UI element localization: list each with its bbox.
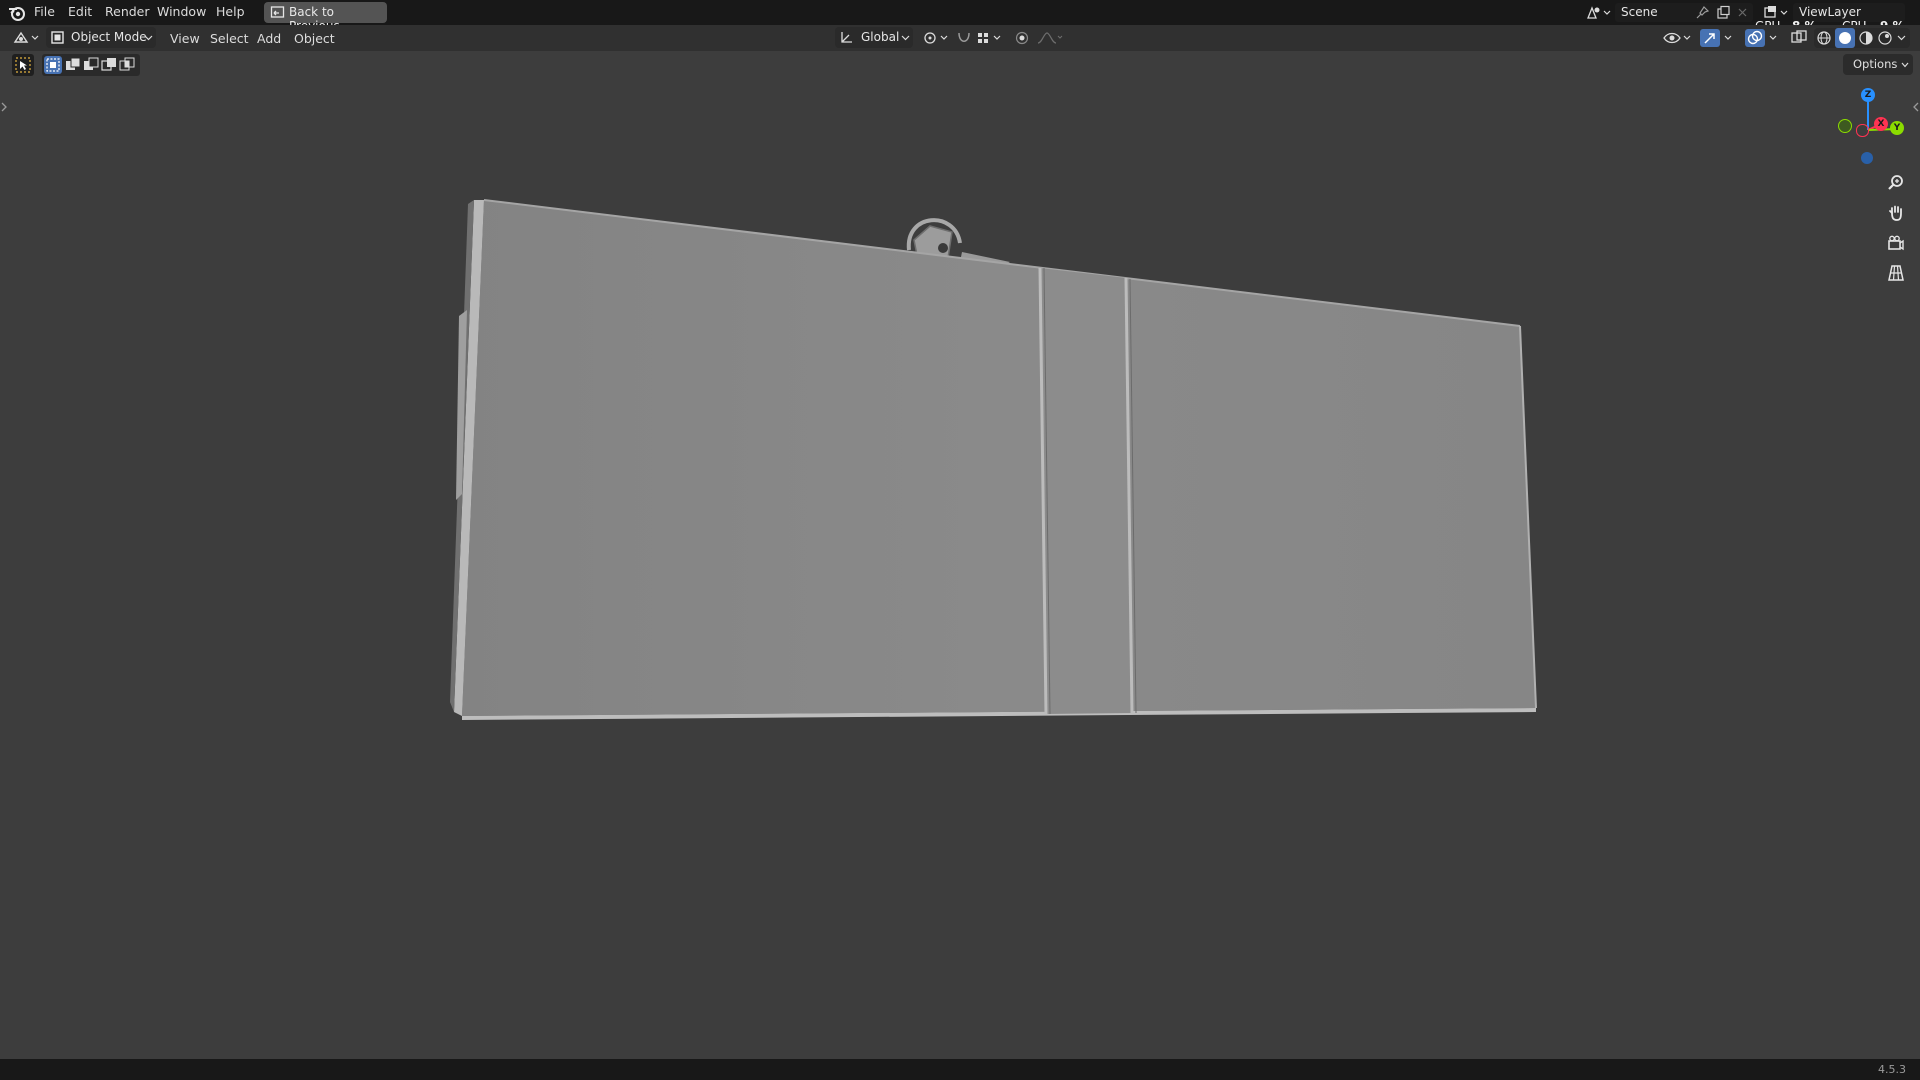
scene-name: Scene [1621, 5, 1658, 19]
object-mode-dropdown[interactable]: Object Mode [46, 27, 156, 48]
viewlayer-name: ViewLayer [1799, 5, 1861, 19]
grid-icon [1888, 265, 1904, 281]
chevron-down-icon [1901, 62, 1909, 68]
gizmo-icon[interactable] [1700, 29, 1736, 47]
projection-toggle-button[interactable] [1882, 259, 1910, 287]
scene-field[interactable]: Scene [1615, 3, 1753, 22]
editor-type-icon[interactable] [11, 29, 41, 47]
chevron-down-icon[interactable] [1897, 35, 1906, 41]
gizmo-x-axis[interactable]: X [1874, 117, 1888, 131]
overlay-icon[interactable] [1745, 29, 1781, 47]
scene-icon[interactable] [1585, 4, 1613, 21]
zoom-button[interactable] [1882, 169, 1910, 197]
menu-edit[interactable]: Edit [68, 4, 92, 19]
close-icon[interactable] [1737, 7, 1748, 18]
camera-icon [1888, 235, 1904, 251]
blender-logo-icon[interactable] [8, 4, 26, 21]
menu-help[interactable]: Help [216, 4, 245, 19]
solid-shading-icon [1839, 32, 1851, 44]
pan-button[interactable] [1882, 199, 1910, 227]
material-shading-icon[interactable] [1858, 30, 1874, 46]
hand-icon [1889, 205, 1902, 221]
gizmo-neg-x-axis[interactable] [1856, 124, 1869, 137]
menu-object[interactable]: Object [294, 31, 335, 46]
options-label: Options [1853, 57, 1898, 71]
pivot-icon[interactable] [921, 30, 949, 46]
viewport-header: Object Mode View Select Add Object Globa… [0, 25, 1920, 51]
gizmo-neg-y-axis[interactable] [1838, 119, 1852, 133]
menu-file[interactable]: File [34, 4, 55, 19]
gizmo-y-axis[interactable]: Y [1890, 121, 1904, 135]
pin-icon[interactable] [1696, 6, 1709, 19]
rendered-shading-icon[interactable] [1877, 30, 1893, 46]
chevron-down-icon [901, 35, 910, 41]
gizmo-neg-z-axis[interactable] [1861, 152, 1873, 164]
back-to-previous-button[interactable]: Back to Previous [264, 2, 387, 33]
menu-render[interactable]: Render [105, 4, 150, 19]
menu-select[interactable]: Select [210, 31, 249, 46]
menu-view[interactable]: View [170, 31, 200, 46]
wireframe-shading-icon[interactable] [1816, 30, 1832, 46]
gizmo-z-axis[interactable]: Z [1861, 88, 1875, 102]
camera-view-button[interactable] [1882, 229, 1910, 257]
new-scene-icon[interactable] [1716, 5, 1731, 20]
solid-shading-button[interactable] [1835, 28, 1855, 48]
proportional-edit-icon[interactable] [1013, 30, 1063, 46]
status-bar: 4.5.3 [0, 1059, 1920, 1080]
back-icon [270, 6, 285, 18]
chevron-down-icon [144, 35, 153, 41]
top-menu-bar: File Edit Render Window Help Back to Pre… [0, 0, 1920, 33]
object-mode-label: Object Mode [71, 30, 147, 44]
visibility-icon[interactable] [1662, 30, 1692, 46]
xray-icon[interactable] [1790, 29, 1810, 47]
transform-orientation-dropdown[interactable]: Global [835, 27, 913, 48]
version-label: 4.5.3 [1878, 1063, 1906, 1076]
transform-orientation-label: Global [861, 30, 900, 44]
viewport-3d-object[interactable] [0, 51, 1920, 1059]
shading-mode-group [1814, 28, 1910, 48]
navigation-gizmo[interactable]: Z X Y [1820, 86, 1920, 176]
transform-orientation-icon [841, 32, 852, 43]
menu-window[interactable]: Window [157, 4, 206, 19]
menu-add[interactable]: Add [257, 31, 281, 46]
options-dropdown[interactable]: Options [1843, 54, 1913, 75]
object-mode-icon [51, 31, 64, 44]
snap-icon[interactable] [956, 30, 1008, 46]
zoom-icon [1888, 175, 1903, 190]
